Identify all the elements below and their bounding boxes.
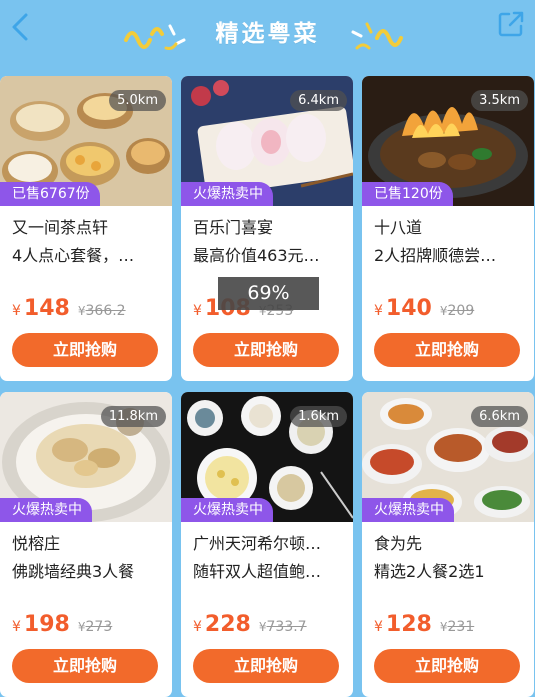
header: 精选粤菜 [0, 0, 535, 76]
distance-badge: 3.5km [471, 90, 528, 111]
deal-description: 最高价值463元… [193, 246, 320, 265]
original-currency-symbol: ¥ [258, 620, 267, 634]
deal-price: 148 [23, 296, 70, 321]
deal-price: 140 [385, 296, 432, 321]
sales-tag: 已售6767份 [0, 182, 100, 206]
currency-symbol: ¥ [12, 619, 21, 635]
sales-tag: 火爆热卖中 [181, 498, 273, 522]
currency-symbol: ¥ [374, 303, 383, 319]
deal-card[interactable]: 1.6km 火爆热卖中 广州天河希尔顿… 随轩双人超值鲍… ¥228 ¥733.7… [181, 392, 353, 697]
sales-tag: 火爆热卖中 [362, 498, 454, 522]
price-row: ¥128 ¥231 [374, 612, 474, 637]
price-row: ¥228 ¥733.7 [193, 612, 307, 637]
original-price: 273 [85, 619, 113, 635]
restaurant-name: 悦榕庄 [12, 534, 61, 553]
deal-card[interactable]: 5.0km 已售6767份 又一间茶点轩 4人点心套餐，… ¥148 ¥366.2… [0, 76, 172, 381]
original-price: 733.7 [266, 619, 307, 635]
deal-card[interactable]: 3.5km 已售120份 十八道 2人招牌顺德尝… ¥140 ¥209 立即抢购 [362, 76, 534, 381]
share-icon [498, 11, 524, 37]
distance-badge: 6.4km [290, 90, 347, 111]
original-currency-symbol: ¥ [77, 620, 86, 634]
deal-card[interactable]: 6.6km 火爆热卖中 食为先 精选2人餐2选1 ¥128 ¥231 立即抢购 [362, 392, 534, 697]
original-currency-symbol: ¥ [77, 304, 86, 318]
currency-symbol: ¥ [12, 303, 21, 319]
original-price: 209 [447, 303, 475, 319]
deal-price: 228 [204, 612, 251, 637]
buy-now-button[interactable]: 立即抢购 [193, 333, 339, 367]
price-row: ¥148 ¥366.2 [12, 296, 126, 321]
original-currency-symbol: ¥ [439, 304, 448, 318]
deal-description: 2人招牌顺德尝… [374, 246, 497, 265]
price-row: ¥140 ¥209 [374, 296, 474, 321]
currency-symbol: ¥ [193, 619, 202, 635]
restaurant-name: 食为先 [374, 534, 423, 553]
distance-badge: 5.0km [109, 90, 166, 111]
page-title: 精选粤菜 [215, 21, 320, 47]
deal-description: 随轩双人超值鲍… [193, 562, 322, 581]
restaurant-name: 十八道 [374, 218, 423, 237]
sales-tag: 火爆热卖中 [181, 182, 273, 206]
deal-price: 198 [23, 612, 70, 637]
deal-description: 4人点心套餐，… [12, 246, 135, 265]
currency-symbol: ¥ [193, 303, 202, 319]
distance-badge: 1.6km [290, 406, 347, 427]
deal-description: 精选2人餐2选1 [374, 562, 485, 581]
deal-card[interactable]: 6.4km 火爆热卖中 百乐门喜宴 最高价值463元… ¥108¥253 立即抢… [181, 76, 353, 381]
price-row: ¥198 ¥273 [12, 612, 112, 637]
restaurant-name: 百乐门喜宴 [193, 218, 274, 237]
original-currency-symbol: ¥ [439, 620, 448, 634]
share-button[interactable] [497, 10, 525, 38]
distance-badge: 11.8km [100, 406, 166, 427]
deal-description: 佛跳墙经典3人餐 [12, 562, 135, 581]
buy-now-button[interactable]: 立即抢购 [12, 649, 158, 683]
buy-now-button[interactable]: 立即抢购 [374, 333, 520, 367]
deal-card[interactable]: 11.8km 火爆热卖中 悦榕庄 佛跳墙经典3人餐 ¥198 ¥273 立即抢购 [0, 392, 172, 697]
sales-tag: 已售120份 [362, 182, 453, 206]
deal-price: 128 [385, 612, 432, 637]
original-price: 231 [447, 619, 475, 635]
original-price: 366.2 [85, 303, 126, 319]
sales-tag: 火爆热卖中 [0, 498, 92, 522]
buy-now-button[interactable]: 立即抢购 [193, 649, 339, 683]
progress-toast: 69% [218, 277, 319, 310]
buy-now-button[interactable]: 立即抢购 [12, 333, 158, 367]
distance-badge: 6.6km [471, 406, 528, 427]
currency-symbol: ¥ [374, 619, 383, 635]
restaurant-name: 广州天河希尔顿… [193, 534, 322, 553]
confetti-decoration-right [351, 22, 403, 50]
restaurant-name: 又一间茶点轩 [12, 218, 109, 237]
buy-now-button[interactable]: 立即抢购 [374, 649, 520, 683]
